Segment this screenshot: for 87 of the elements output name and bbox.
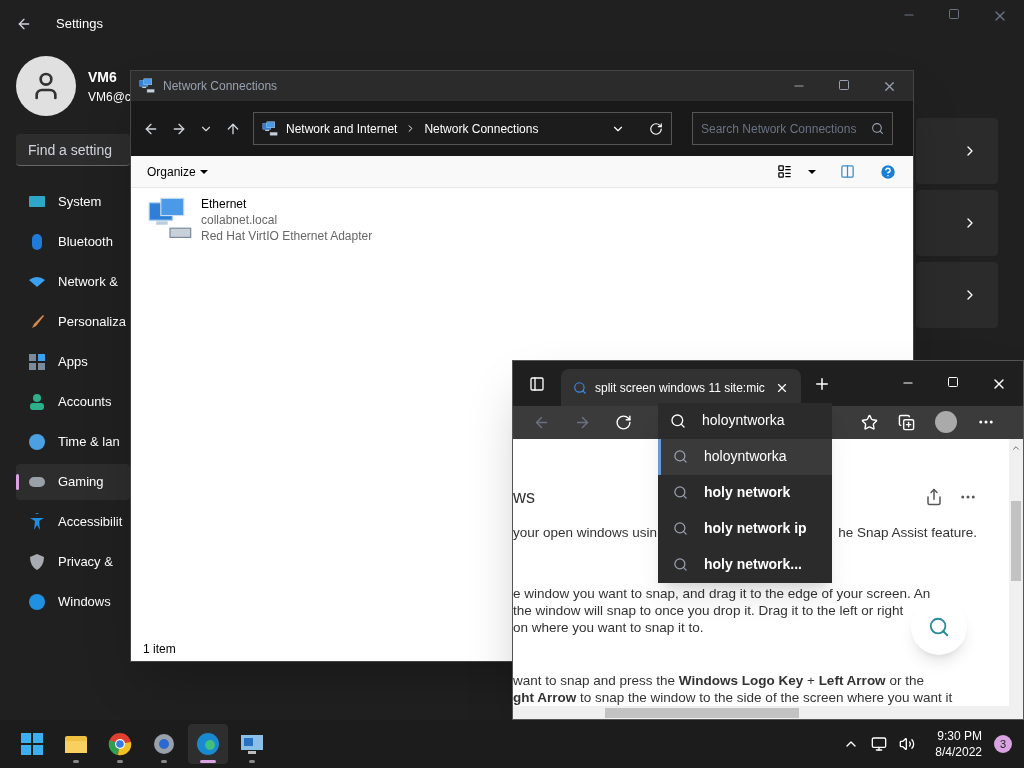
connection-item[interactable]: Ethernet collabnet.local Red Hat VirtIO Ethernet Adapter: [147, 196, 407, 244]
search-icon: [673, 449, 688, 465]
network-icon[interactable]: [871, 736, 888, 752]
network-computers-icon: [139, 78, 155, 94]
horizontal-scrollbar[interactable]: [513, 706, 1023, 719]
running-indicator: [249, 760, 255, 763]
connection-name: Ethernet: [201, 196, 248, 212]
nav-item[interactable]: Privacy &: [16, 544, 130, 580]
notification-badge[interactable]: 3: [994, 735, 1012, 753]
nav-item[interactable]: System: [16, 184, 130, 220]
browser-tab[interactable]: split screen windows 11 site:mic: [561, 369, 801, 406]
apps-icon: [28, 353, 46, 371]
window-title: Settings: [56, 15, 103, 34]
taskbar-app[interactable]: [188, 724, 228, 764]
search-icon: [673, 521, 688, 537]
window-title: Network Connections: [163, 78, 278, 95]
nav-item[interactable]: Accessibilit: [16, 504, 130, 540]
nav-item[interactable]: Windows: [16, 584, 130, 620]
volume-icon[interactable]: [899, 736, 916, 752]
suggestion-item[interactable]: holy network: [658, 474, 832, 511]
selection-indicator: [16, 474, 19, 490]
clock-date[interactable]: 8/4/2022: [935, 744, 982, 760]
network-computers-icon: [262, 120, 278, 137]
search-icon: [673, 485, 688, 501]
article-text: ght Arrow to snap the window to the side of the screen where you want it: [513, 689, 953, 707]
preview-pane-icon[interactable]: [840, 164, 855, 179]
search-icon: [673, 557, 688, 573]
nav-item[interactable]: Network &: [16, 264, 130, 300]
favorites-icon[interactable]: [861, 413, 878, 431]
user-name: VM6: [88, 67, 118, 87]
user-email: VM6@c: [88, 88, 131, 106]
share-icon[interactable]: [925, 488, 943, 507]
article-heading: ws: [513, 485, 535, 509]
article-text: the window will snap to once you drop it. Drag it to the left or right: [513, 602, 904, 620]
article-text: your open windows usin: [513, 523, 658, 542]
nav-item[interactable]: Apps: [16, 344, 130, 380]
search-icon: [573, 380, 587, 395]
suggestion-item[interactable]: holy network...: [658, 546, 832, 583]
connection-detail: Red Hat VirtIO Ethernet Adapter: [201, 228, 373, 244]
address-bar[interactable]: Network and Internet Network Connections: [253, 112, 672, 145]
caret-icon[interactable]: [808, 169, 816, 174]
running-indicator: [161, 760, 167, 763]
view-icon[interactable]: [777, 164, 792, 179]
article-text: he Snap Assist feature.: [838, 523, 977, 542]
caret-icon: [199, 169, 208, 174]
scroll-thumb[interactable]: [1011, 500, 1021, 581]
article-text: on where you want to snap it to.: [513, 619, 704, 637]
search-icon: [871, 122, 884, 135]
nav-item[interactable]: Accounts: [16, 384, 130, 420]
tab-actions-icon[interactable]: [529, 375, 545, 392]
search-icon: [670, 412, 686, 429]
browser-logo-icon: [196, 732, 220, 756]
avatar: [16, 56, 76, 116]
running-indicator: [117, 760, 123, 763]
shield-icon: [28, 553, 46, 571]
clock-time[interactable]: 9:30 PM: [937, 728, 982, 744]
nav-item[interactable]: Time & lan: [16, 424, 130, 460]
help-icon[interactable]: [879, 162, 897, 181]
profile-avatar[interactable]: [935, 411, 957, 434]
running-indicator: [73, 760, 79, 763]
suggestion-item[interactable]: holy network ip: [658, 510, 832, 547]
running-indicator: [200, 760, 216, 763]
nav-item[interactable]: Personaliza: [16, 304, 130, 340]
article-text: e window you want to snap, and drag it to the edge of your screen. An: [513, 585, 931, 603]
refresh-icon[interactable]: [649, 121, 663, 136]
article-text: want to snap and press the Windows Logo Key + Left Arrow or the: [513, 672, 924, 690]
refresh-icon[interactable]: [615, 413, 632, 431]
nav-item[interactable]: Gaming: [16, 464, 130, 500]
network-computers-icon: [240, 732, 264, 756]
search-field[interactable]: Search Network Connections: [692, 112, 893, 145]
breadcrumb[interactable]: Network and Internet: [286, 119, 398, 138]
collections-icon[interactable]: [898, 413, 915, 431]
status-text: 1 item: [143, 641, 176, 658]
vertical-scrollbar[interactable]: [1009, 438, 1023, 707]
nav-item[interactable]: Bluetooth: [16, 224, 130, 260]
organize-button[interactable]: Organize: [147, 162, 208, 181]
connection-detail: collabnet.local: [201, 212, 279, 228]
breadcrumb[interactable]: Network Connections: [424, 119, 539, 138]
search-icon: [928, 615, 950, 638]
search-field[interactable]: Find a setting: [16, 134, 130, 166]
back-icon[interactable]: [16, 16, 32, 32]
person-icon: [28, 393, 46, 411]
browser-logo-icon: [108, 732, 132, 756]
suggestion-item[interactable]: holoyntworka: [658, 438, 832, 475]
scroll-thumb[interactable]: [605, 707, 799, 718]
accessibility-icon: [28, 513, 46, 531]
windows-logo-icon: [20, 732, 44, 756]
